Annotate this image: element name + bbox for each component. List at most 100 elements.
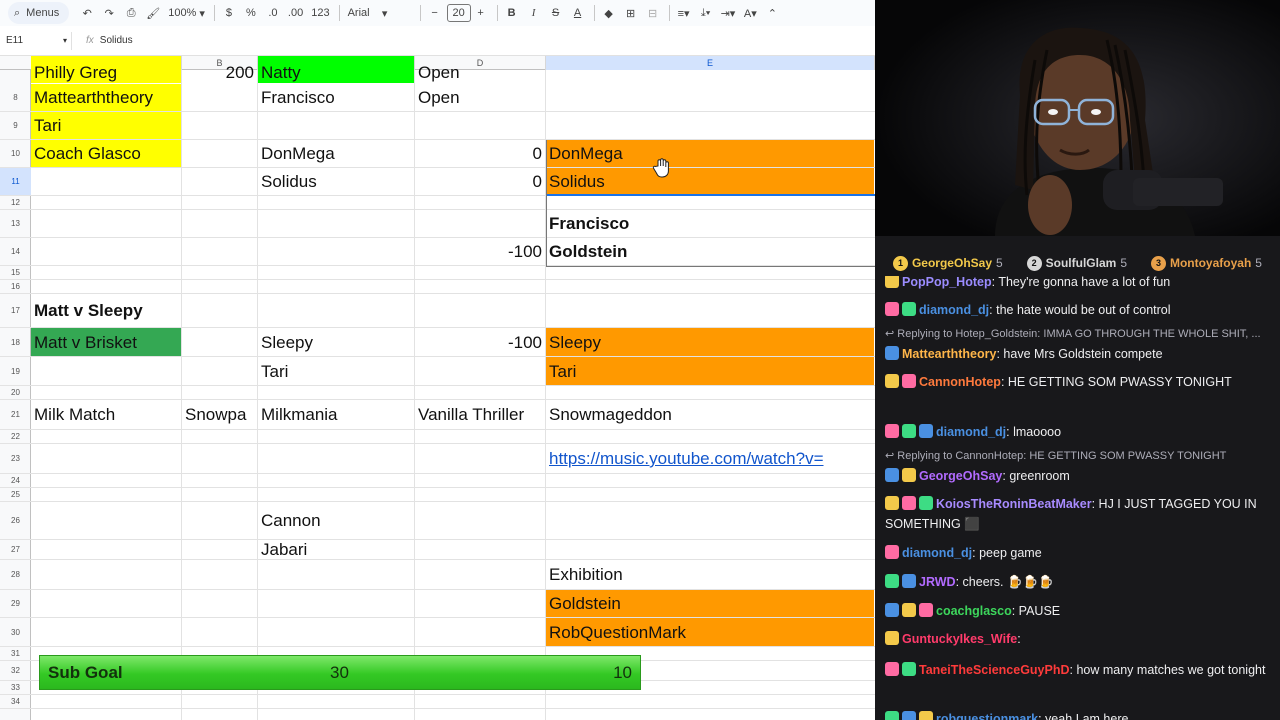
cell-b7[interactable]: 200: [182, 56, 257, 83]
cell-b21[interactable]: Snowpa: [182, 400, 257, 429]
cell-c8[interactable]: Francisco: [258, 84, 414, 111]
cell-a17[interactable]: Matt v Sleepy: [31, 294, 181, 327]
chat-username[interactable]: robquestionmark: [936, 712, 1038, 720]
sub-goal-bar: Sub Goal 30 10: [39, 655, 641, 690]
chat-badge-icon[interactable]: [902, 424, 916, 438]
reply-context[interactable]: ↩ Replying to CannonHotep: HE GETTING SO…: [885, 449, 1275, 462]
cell-c26[interactable]: Cannon: [258, 502, 414, 539]
reply-context[interactable]: ↩ Replying to Hotep_Goldstein: IMMA GO T…: [885, 327, 1275, 340]
chat-badge-icon[interactable]: [885, 711, 899, 720]
chat-username[interactable]: diamond_dj: [936, 425, 1006, 439]
cell-e30[interactable]: RobQuestionMark: [546, 618, 874, 646]
chat-badge-icon[interactable]: [885, 603, 899, 617]
chat-badge-icon[interactable]: [902, 711, 916, 720]
cell-e13[interactable]: Francisco: [546, 210, 874, 237]
chat-text: :: [1017, 632, 1021, 646]
chat-username[interactable]: PopPop_Hotep: [902, 276, 992, 289]
chat-badge-icon[interactable]: [902, 468, 916, 482]
chat-text: : the hate would be out of control: [989, 303, 1171, 317]
cell-a21[interactable]: Milk Match: [31, 400, 181, 429]
chat-username[interactable]: JRWD: [919, 575, 956, 589]
row-gridline: [31, 473, 875, 474]
cell-e28[interactable]: Exhibition: [546, 560, 874, 589]
chat-panel: 1 GeorgeOhSay 5 2 SoulfulGlam 5 3 Montoyafoyah 5…: [875, 236, 1280, 720]
cell-a18[interactable]: Matt v Brisket: [31, 328, 181, 356]
chat-badge-icon[interactable]: [919, 603, 933, 617]
chat-badge-icon[interactable]: [902, 374, 916, 388]
cell-c18[interactable]: Sleepy: [258, 328, 414, 356]
chat-badge-icon[interactable]: [885, 496, 899, 510]
chat-username[interactable]: GuntuckyIkes_Wife: [902, 632, 1017, 646]
cell-e21[interactable]: Snowmageddon: [546, 400, 874, 429]
chat-badge-icon[interactable]: [885, 468, 899, 482]
hand-cursor-icon: [652, 158, 669, 178]
chat-message: TaneiTheScienceGuyPhD: how many matches …: [885, 660, 1275, 680]
chat-badge-icon[interactable]: [885, 302, 899, 316]
chat-username[interactable]: GeorgeOhSay: [919, 469, 1002, 483]
chat-username[interactable]: diamond_dj: [902, 546, 972, 560]
cell-c7[interactable]: Natty: [258, 56, 414, 83]
row-gridline: [31, 646, 875, 647]
chat-username[interactable]: Mattearththeory: [902, 347, 996, 361]
chat-badge-icon[interactable]: [902, 603, 916, 617]
sub-goal-current: 30: [330, 662, 349, 682]
cell-d8[interactable]: Open: [415, 84, 545, 111]
cell-c19[interactable]: Tari: [258, 357, 414, 385]
chat-badge-icon[interactable]: [885, 374, 899, 388]
cell-d21[interactable]: Vanilla Thriller: [415, 400, 545, 429]
chat-text: : lmaoooo: [1006, 425, 1062, 439]
cell-e11[interactable]: Solidus: [546, 168, 874, 195]
cell-grid[interactable]: Philly Greg 200 Natty Open Mattearththeory Fr…: [0, 0, 875, 720]
cell-e10[interactable]: DonMega: [546, 140, 874, 167]
chat-text: : how many matches we got tonight: [1069, 663, 1266, 677]
chat-badge-icon[interactable]: [902, 302, 916, 316]
chat-badge-icon[interactable]: [919, 496, 933, 510]
chat-message: diamond_dj: the hate would be out of con…: [885, 300, 1275, 320]
chat-username[interactable]: KoiosTheRoninBeatMaker: [936, 497, 1092, 511]
rank-badge-icon: 2: [1026, 255, 1042, 271]
chat-username[interactable]: diamond_dj: [919, 303, 989, 317]
leaderboard-name: SoulfulGlam: [1045, 256, 1117, 270]
chat-username[interactable]: coachglasco: [936, 604, 1012, 618]
cell-a9[interactable]: Tari: [31, 112, 181, 139]
chat-badge-icon[interactable]: [885, 631, 899, 645]
chat-badge-icon[interactable]: [885, 662, 899, 676]
cell-d11[interactable]: 0: [415, 168, 545, 195]
cell-c21[interactable]: Milkmania: [258, 400, 414, 429]
chat-badge-icon[interactable]: [885, 346, 899, 360]
chat-username[interactable]: CannonHotep: [919, 375, 1001, 389]
streamer-image: [875, 0, 1280, 236]
cell-e23[interactable]: https://music.youtube.com/watch?v=: [546, 444, 874, 473]
chat-badge-icon[interactable]: [919, 424, 933, 438]
cell-d7[interactable]: Open: [415, 56, 545, 83]
chat-badge-icon[interactable]: [902, 574, 916, 588]
row-gridline: [31, 487, 875, 488]
cell-e19[interactable]: Tari: [546, 357, 874, 385]
cell-a7[interactable]: Philly Greg: [31, 56, 181, 83]
cell-c27[interactable]: Jabari: [258, 540, 414, 559]
leaderboard-entry[interactable]: 2 SoulfulGlam 5: [1026, 255, 1127, 271]
leaderboard-score: 5: [1255, 256, 1262, 270]
cell-d10[interactable]: 0: [415, 140, 545, 167]
chat-username[interactable]: TaneiTheScienceGuyPhD: [919, 663, 1070, 677]
cell-d14[interactable]: -100: [415, 238, 545, 265]
chat-badge-icon[interactable]: [919, 711, 933, 720]
row-gridline: [31, 694, 875, 695]
cell-e29[interactable]: Goldstein: [546, 590, 874, 617]
leaderboard-entry[interactable]: 3 Montoyafoyah 5: [1150, 255, 1262, 271]
chat-badge-icon[interactable]: [885, 574, 899, 588]
chat-badge-icon[interactable]: [902, 496, 916, 510]
chat-badge-icon[interactable]: [885, 424, 899, 438]
cell-c11[interactable]: Solidus: [258, 168, 414, 195]
cell-a8[interactable]: Mattearththeory: [31, 84, 181, 111]
cell-d18[interactable]: -100: [415, 328, 545, 356]
chat-badge-icon[interactable]: [885, 545, 899, 559]
cell-c10[interactable]: DonMega: [258, 140, 414, 167]
cell-e14[interactable]: Goldstein: [546, 238, 874, 265]
cell-a10[interactable]: Coach Glasco: [31, 140, 181, 167]
webcam-overlay: [875, 0, 1280, 236]
leaderboard-entry[interactable]: 1 GeorgeOhSay 5: [892, 255, 1003, 271]
cell-e18[interactable]: Sleepy: [546, 328, 874, 356]
chat-badge-icon[interactable]: [902, 662, 916, 676]
chat-badge-icon[interactable]: [885, 276, 899, 288]
